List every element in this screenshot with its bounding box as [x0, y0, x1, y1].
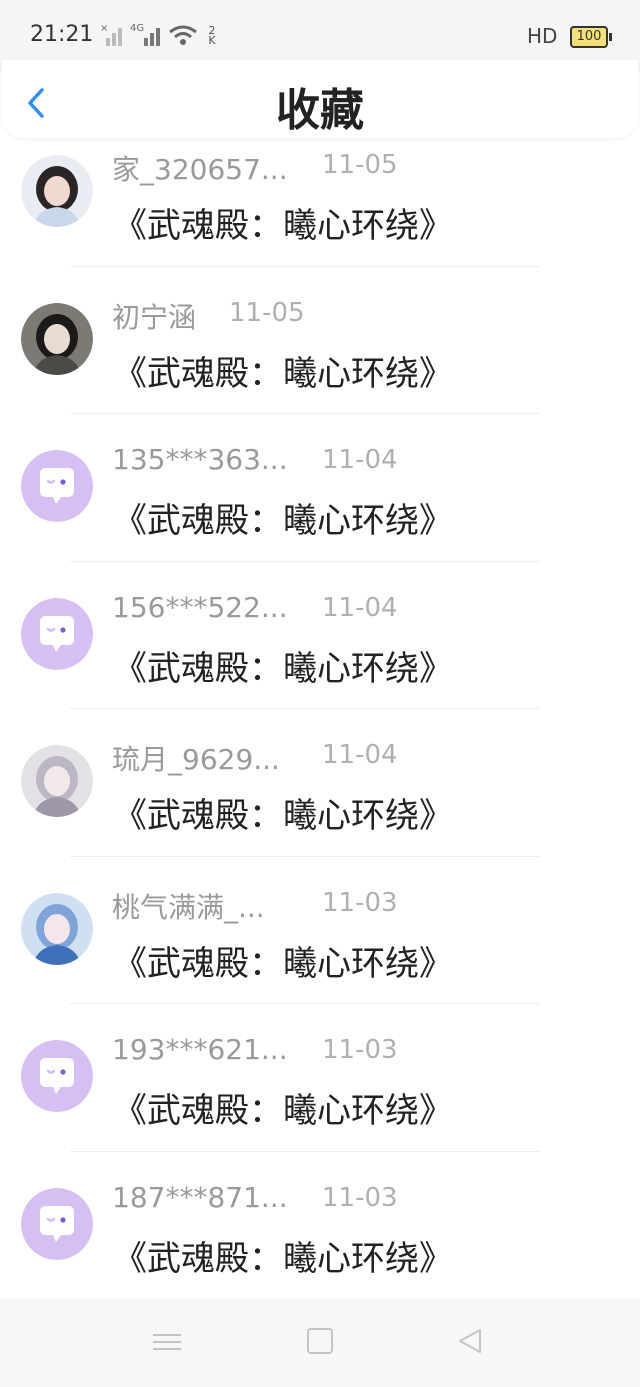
- page-header: 收藏: [2, 60, 638, 138]
- back-triangle-icon[interactable]: [456, 1327, 484, 1355]
- home-square-icon[interactable]: [307, 1328, 333, 1354]
- list-item[interactable]: 156***522... 11-04 《武魂殿：曦心环绕》: [0, 583, 640, 731]
- avatar[interactable]: [21, 155, 93, 227]
- list-item[interactable]: 初宁涵 11-05 《武魂殿：曦心环绕》: [0, 288, 640, 436]
- network-type: 4G: [130, 23, 145, 34]
- chat-bubble-icon: [21, 450, 93, 522]
- user-photo-icon: [21, 302, 93, 375]
- list-item[interactable]: 家_320657... 11-05 《武魂殿：曦心环绕》: [0, 140, 640, 288]
- status-time: 21:21: [30, 22, 94, 47]
- post-date: 11-04: [322, 445, 398, 475]
- menu-icon[interactable]: [153, 1330, 181, 1354]
- divider: [70, 413, 540, 414]
- post-title[interactable]: 《武魂殿：曦心环绕》: [113, 936, 453, 985]
- post-title[interactable]: 《武魂殿：曦心环绕》: [113, 493, 453, 542]
- post-date: 11-05: [322, 150, 398, 180]
- user-photo-icon: [21, 745, 93, 817]
- avatar[interactable]: [21, 745, 93, 817]
- list-item[interactable]: 135***363... 11-04 《武魂殿：曦心环绕》: [0, 435, 640, 583]
- chat-bubble-icon: [21, 1187, 93, 1260]
- page-title: 收藏: [276, 85, 364, 136]
- post-date: 11-05: [229, 297, 305, 328]
- post-title[interactable]: 《武魂殿：曦心环绕》: [113, 788, 453, 837]
- post-title[interactable]: 《武魂殿：曦心环绕》: [113, 641, 453, 690]
- user-name[interactable]: 琉月_9629...: [112, 738, 280, 778]
- post-title[interactable]: 《武魂殿：曦心环绕》: [113, 1083, 453, 1132]
- divider: [70, 708, 540, 709]
- avatar[interactable]: [21, 450, 93, 522]
- divider: [70, 855, 540, 857]
- list-item[interactable]: 193***621... 11-03 《武魂殿：曦心环绕》: [0, 1025, 640, 1173]
- divider: [70, 560, 540, 562]
- signal-4g-icon: 4G: [130, 23, 160, 46]
- user-name[interactable]: 初宁涵: [112, 296, 196, 336]
- post-date: 11-03: [322, 1182, 398, 1213]
- chat-bubble-icon: [21, 597, 93, 670]
- battery-icon: 100: [570, 26, 612, 48]
- chat-bubble-icon: [21, 1040, 93, 1112]
- avatar[interactable]: [21, 597, 93, 670]
- status-icons: × 4G 2 K: [100, 24, 218, 46]
- wifi-icon: [169, 25, 197, 45]
- hd-label: HD: [527, 24, 558, 48]
- post-date: 11-03: [322, 887, 398, 918]
- post-date: 11-03: [322, 1035, 398, 1065]
- divider: [70, 1003, 540, 1004]
- signal-x-icon: ×: [100, 24, 122, 46]
- user-name[interactable]: 桃气满满_...: [112, 886, 265, 926]
- user-photo-icon: [21, 155, 93, 227]
- user-name[interactable]: 家_320657...: [112, 148, 288, 188]
- divider: [70, 265, 540, 267]
- user-name[interactable]: 135***363...: [112, 443, 288, 476]
- user-name[interactable]: 187***871...: [112, 1181, 288, 1214]
- post-date: 11-04: [322, 592, 398, 623]
- favorites-list: 家_320657... 11-05 《武魂殿：曦心环绕》 初宁涵 11-05 《武魂殿：曦…: [0, 140, 640, 1320]
- avatar[interactable]: [21, 1040, 93, 1112]
- post-title[interactable]: 《武魂殿：曦心环绕》: [113, 198, 453, 247]
- user-name[interactable]: 193***621...: [112, 1033, 288, 1066]
- system-nav-bar: [0, 1298, 640, 1387]
- user-name[interactable]: 156***522...: [112, 591, 288, 624]
- post-title[interactable]: 《武魂殿：曦心环绕》: [113, 346, 453, 395]
- post-date: 11-04: [322, 740, 398, 770]
- battery-level: 100: [576, 29, 602, 44]
- avatar[interactable]: [21, 892, 93, 965]
- network-rate: 2 K: [208, 24, 216, 47]
- list-item[interactable]: 琉月_9629... 11-04 《武魂殿：曦心环绕》: [0, 730, 640, 878]
- divider: [70, 1150, 540, 1152]
- avatar[interactable]: [21, 1187, 93, 1260]
- user-photo-icon: [21, 892, 93, 965]
- post-title[interactable]: 《武魂殿：曦心环绕》: [113, 1231, 453, 1280]
- avatar[interactable]: [21, 302, 93, 375]
- list-item[interactable]: 桃气满满_... 11-03 《武魂殿：曦心环绕》: [0, 878, 640, 1026]
